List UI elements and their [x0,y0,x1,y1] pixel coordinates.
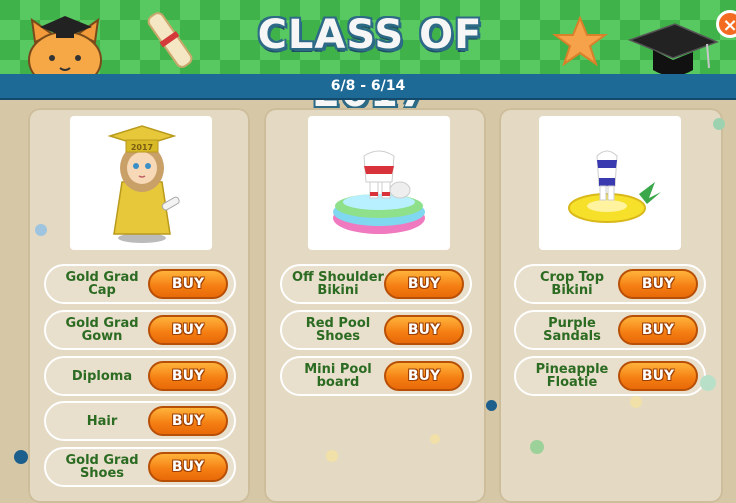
buy-button[interactable]: BUY [384,315,464,345]
confetti-dot [700,375,716,391]
item-row-diploma: Diploma BUY [44,356,236,396]
item-preview [539,116,681,250]
item-name: Gold Grad Shoes [65,453,139,481]
diploma-scroll-icon [147,12,193,68]
item-name: Mini Pool board [304,362,372,390]
item-name: Gold Grad Cap [65,270,139,298]
item-name: Hair [86,413,118,429]
buy-button[interactable]: BUY [384,269,464,299]
buy-button[interactable]: BUY [618,361,698,391]
date-range: 6/8 - 6/14 [0,74,736,100]
item-row-mini-pool-board: Mini Pool board BUY [280,356,472,396]
item-row-red-pool-shoes: Red Pool Shoes BUY [280,310,472,350]
item-row-hair: Hair BUY [44,401,236,441]
buy-button[interactable]: BUY [618,269,698,299]
item-name: Pineapple Floatie [535,362,609,390]
item-column-graduation: 2017 Gold Grad Cap BUY Gold Grad Gown BUY … [28,108,250,503]
header-banner: CLASS OF 2017 × [0,0,736,116]
item-column-pool: Off Shoulder Bikini BUY Red Pool Shoes BUY… [264,108,486,503]
item-preview [308,116,450,250]
confetti-dot [14,450,28,464]
item-name: Diploma [71,368,133,384]
buy-button[interactable]: BUY [148,269,228,299]
graduation-avatar-icon: 2017 [107,125,180,243]
buy-button[interactable]: BUY [148,406,228,436]
star-icon [552,16,608,66]
confetti-dot [530,440,544,454]
buy-button[interactable]: BUY [148,452,228,482]
buy-button[interactable]: BUY [148,315,228,345]
item-row-gold-grad-gown: Gold Grad Gown BUY [44,310,236,350]
item-row-off-shoulder-bikini: Off Shoulder Bikini BUY [280,264,472,304]
item-row-gold-grad-cap: Gold Grad Cap BUY [44,264,236,304]
item-preview: 2017 [70,116,212,250]
pineapple-floatie-icon [568,150,661,223]
item-row-gold-grad-shoes: Gold Grad Shoes BUY [44,447,236,487]
buy-button[interactable]: BUY [384,361,464,391]
confetti-dot [713,118,725,130]
item-name: Gold Grad Gown [65,316,139,344]
buy-button[interactable]: BUY [148,361,228,391]
confetti-dot [430,434,440,444]
pool-bikini-icon [333,150,425,234]
buy-button[interactable]: BUY [618,315,698,345]
item-row-crop-top-bikini: Crop Top Bikini BUY [514,264,706,304]
item-name: Red Pool Shoes [305,316,371,344]
confetti-dot [326,450,338,462]
item-row-purple-sandals: Purple Sandals BUY [514,310,706,350]
item-name: Off Shoulder Bikini [292,270,384,298]
close-button[interactable]: × [716,10,736,38]
item-name: Crop Top Bikini [539,270,605,298]
page-title: CLASS OF 2017 [257,12,483,116]
confetti-dot [35,224,47,236]
cap-year-text: 2017 [131,143,153,152]
item-row-pineapple-floatie: Pineapple Floatie BUY [514,356,706,396]
confetti-dot [630,396,642,408]
item-name: Purple Sandals [543,316,601,344]
confetti-dot [486,400,497,411]
